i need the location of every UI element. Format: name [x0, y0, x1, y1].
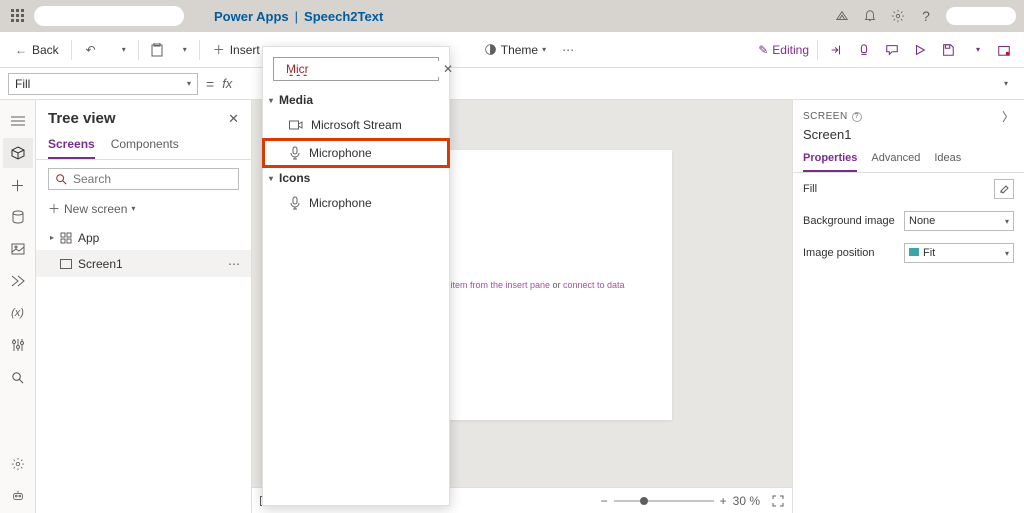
suite-header: Power Apps|Speech2Text ?	[0, 0, 1024, 32]
environment-icon[interactable]	[828, 2, 856, 30]
prop-imgpos-select[interactable]: Fit▾	[904, 243, 1014, 263]
fx-icon: fx	[222, 76, 232, 91]
tab-components[interactable]: Components	[111, 133, 179, 159]
theme-button[interactable]: Theme▾	[476, 36, 554, 64]
zoom-slider[interactable]	[614, 500, 714, 502]
media-rail-icon[interactable]	[3, 234, 33, 264]
app-checker-icon[interactable]	[850, 36, 878, 64]
brand-title: Power Apps|Speech2Text	[214, 9, 383, 24]
share-icon[interactable]	[822, 36, 850, 64]
editing-mode-button[interactable]: ✎Editing	[758, 43, 809, 57]
fit-to-window-icon[interactable]	[772, 495, 784, 507]
formula-bar-expand-icon[interactable]: ▾	[992, 72, 1016, 96]
paste-button[interactable]	[143, 36, 171, 64]
new-screen-button[interactable]: ＋New screen▾	[36, 196, 251, 225]
tree-search-input[interactable]	[48, 168, 239, 190]
insert-search-clear-icon[interactable]: ✕	[443, 62, 453, 76]
waffle-icon[interactable]	[8, 6, 28, 26]
insert-item-microphone-icon[interactable]: Microphone	[263, 189, 449, 217]
comments-icon[interactable]	[878, 36, 906, 64]
tree-view-rail-icon[interactable]	[3, 106, 33, 136]
settings-rail-icon[interactable]	[3, 449, 33, 479]
overflow-button[interactable]: ⋯	[554, 36, 583, 64]
props-type-label: SCREEN?	[803, 111, 862, 122]
props-object-name: Screen1	[793, 127, 1024, 148]
insert-dropdown-panel: ✕ ▾Media Microsoft Stream Microphone ▾Ic…	[262, 46, 450, 506]
data-rail-icon[interactable]	[3, 202, 33, 232]
properties-panel: SCREEN? 〉 Screen1 Properties Advanced Id…	[792, 100, 1024, 513]
virtual-agent-rail-icon[interactable]	[3, 481, 33, 511]
left-rail: ＋ (x)	[0, 100, 36, 513]
notifications-icon[interactable]	[856, 2, 884, 30]
insert-search-input[interactable]: ✕	[273, 57, 439, 81]
add-rail-icon[interactable]: ＋	[3, 170, 33, 200]
preview-play-icon[interactable]	[906, 36, 934, 64]
power-automate-rail-icon[interactable]	[3, 266, 33, 296]
insert-item-microsoft-stream[interactable]: Microsoft Stream	[263, 111, 449, 139]
tree-view-panel: Tree view ✕ Screens Components ＋New scre…	[36, 100, 252, 513]
undo-split-chevron[interactable]: ▾	[110, 36, 134, 64]
insert-item-microphone-media[interactable]: Microphone	[263, 139, 449, 167]
variables-rail-icon[interactable]: (x)	[3, 298, 33, 328]
props-tab-ideas[interactable]: Ideas	[934, 148, 961, 172]
advanced-tools-rail-icon[interactable]	[3, 330, 33, 360]
zoom-value: 30 %	[733, 494, 760, 508]
tree-node-screen1[interactable]: Screen1 ⋯	[36, 251, 251, 277]
prop-fill-label: Fill	[803, 183, 817, 195]
props-expand-icon[interactable]: 〉	[1002, 108, 1014, 125]
zoom-in-button[interactable]: +	[720, 494, 727, 508]
props-tab-properties[interactable]: Properties	[803, 148, 857, 172]
save-icon[interactable]	[934, 36, 962, 64]
prop-imgpos-label: Image position	[803, 247, 875, 259]
formula-bar: Fill▾ = fx ▾	[0, 68, 1024, 100]
zoom-out-button[interactable]: −	[601, 494, 608, 508]
canvas-placeholder-text: Add an item from the insert pane or conn…	[419, 280, 624, 290]
property-selector[interactable]: Fill▾	[8, 73, 198, 95]
prop-fill-color-button[interactable]	[994, 179, 1014, 199]
help-icon[interactable]: ?	[912, 2, 940, 30]
prop-bgimage-select[interactable]: None▾	[904, 211, 1014, 231]
save-split-chevron[interactable]: ▾	[962, 36, 990, 64]
settings-gear-icon[interactable]	[884, 2, 912, 30]
tree-view-close-icon[interactable]: ✕	[228, 111, 239, 127]
publish-icon[interactable]	[990, 36, 1018, 64]
props-tab-advanced[interactable]: Advanced	[871, 148, 920, 172]
insert-group-icons[interactable]: ▾Icons	[263, 167, 449, 189]
command-bar: ←Back ↶ ▾ ▾ ＋Insert▾ Theme▾ ⋯ ✎Editing ▾	[0, 32, 1024, 68]
insert-rail-icon[interactable]	[3, 138, 33, 168]
search-rail-icon[interactable]	[3, 362, 33, 392]
prop-bgimage-label: Background image	[803, 215, 895, 227]
back-button[interactable]: ←Back	[6, 36, 67, 64]
tab-screens[interactable]: Screens	[48, 133, 95, 159]
insert-group-media[interactable]: ▾Media	[263, 89, 449, 111]
tree-node-app[interactable]: ▸ App	[36, 225, 251, 251]
environment-pill[interactable]	[34, 6, 184, 26]
paste-split-chevron[interactable]: ▾	[171, 36, 195, 64]
undo-button[interactable]: ↶	[76, 36, 110, 64]
user-pill[interactable]	[946, 7, 1016, 25]
tree-node-more-icon[interactable]: ⋯	[228, 257, 241, 271]
equals-sign: =	[206, 76, 214, 92]
tree-view-title: Tree view	[48, 110, 116, 127]
